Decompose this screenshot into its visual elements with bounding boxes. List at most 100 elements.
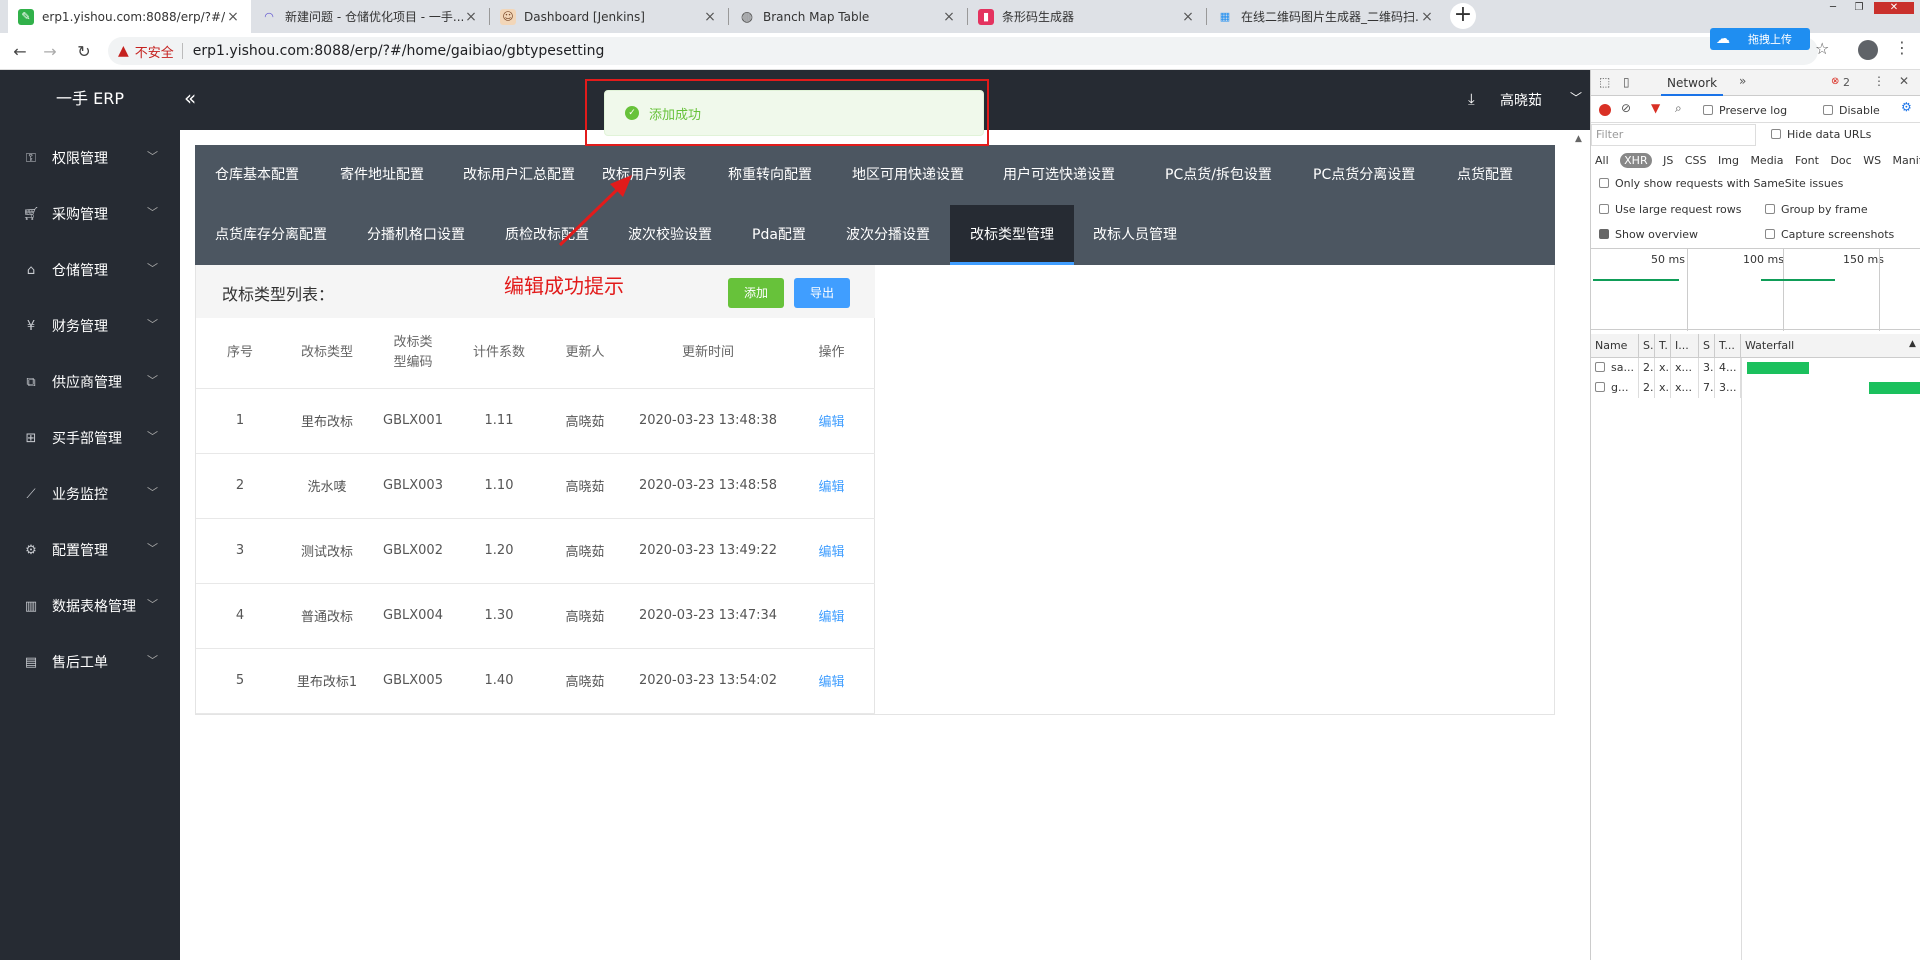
kebab-icon[interactable]: ⋮ bbox=[1873, 74, 1885, 88]
column-header[interactable]: T. bbox=[1655, 334, 1671, 358]
edit-link[interactable]: 编辑 bbox=[788, 583, 875, 649]
new-tab-button[interactable]: + bbox=[1450, 3, 1476, 29]
minimize-icon[interactable]: ─ bbox=[1822, 2, 1844, 14]
filter-xhr[interactable]: XHR bbox=[1620, 153, 1652, 168]
more-tabs-icon[interactable]: » bbox=[1739, 74, 1746, 88]
collapse-sidebar-icon[interactable]: « bbox=[184, 86, 196, 110]
url-omnibox[interactable]: ▲ 不安全 erp1.yishou.com:8088/erp/?#/home/g… bbox=[108, 37, 1818, 65]
scroll-up-icon[interactable]: ▲ bbox=[1575, 134, 1582, 144]
edit-link[interactable]: 编辑 bbox=[788, 518, 875, 584]
filter-js[interactable]: JS bbox=[1663, 154, 1673, 167]
preserve-log-checkbox[interactable]: Preserve log bbox=[1703, 104, 1787, 117]
edit-link[interactable]: 编辑 bbox=[788, 388, 875, 454]
tab-pc-unpack[interactable]: PC点货/拆包设置 bbox=[1145, 145, 1292, 205]
disable-cache-checkbox[interactable]: Disable bbox=[1823, 104, 1880, 117]
filter-doc[interactable]: Doc bbox=[1830, 154, 1851, 167]
chevron-down-icon[interactable]: ﹀ bbox=[1570, 89, 1582, 106]
restore-icon[interactable]: ❐ bbox=[1848, 2, 1870, 14]
tab-stock-separation[interactable]: 点货库存分离配置 bbox=[195, 205, 347, 265]
close-icon[interactable]: × bbox=[941, 9, 957, 25]
capture-checkbox[interactable]: Capture screenshots bbox=[1765, 228, 1894, 241]
browser-tab[interactable]: ◍ Branch Map Table × bbox=[729, 0, 967, 33]
close-window-icon[interactable]: ✕ bbox=[1874, 2, 1914, 14]
column-header[interactable]: Name bbox=[1591, 334, 1639, 358]
filter-icon[interactable]: ▼ bbox=[1651, 101, 1660, 115]
sidebar-item-monitor[interactable]: ⟋ 业务监控 ﹀ bbox=[0, 466, 180, 522]
checkbox[interactable] bbox=[1771, 129, 1781, 139]
tab-sorter-slot[interactable]: 分播机格口设置 bbox=[347, 205, 485, 265]
column-header[interactable]: T... bbox=[1715, 334, 1741, 358]
column-header[interactable]: Waterfall bbox=[1741, 334, 1920, 358]
edit-link[interactable]: 编辑 bbox=[788, 648, 875, 714]
filter-font[interactable]: Font bbox=[1795, 154, 1819, 167]
group-frame-checkbox[interactable]: Group by frame bbox=[1765, 203, 1868, 216]
sidebar-item-config[interactable]: ⚙ 配置管理 ﹀ bbox=[0, 522, 180, 578]
checkbox[interactable] bbox=[1765, 204, 1775, 214]
tab-weigh-redirect[interactable]: 称重转向配置 bbox=[708, 145, 832, 205]
large-rows-checkbox[interactable]: Use large request rows bbox=[1599, 203, 1741, 216]
inspect-icon[interactable]: ⬚ bbox=[1599, 75, 1610, 89]
browser-tab[interactable]: ☺ Dashboard [Jenkins] × bbox=[490, 0, 728, 33]
samesite-checkbox[interactable]: Only show requests with SameSite issues bbox=[1599, 177, 1843, 190]
filter-input[interactable]: Filter bbox=[1591, 124, 1756, 146]
filter-css[interactable]: CSS bbox=[1685, 154, 1707, 167]
tab-count-config[interactable]: 点货配置 bbox=[1437, 145, 1533, 205]
sidebar-item-supplier[interactable]: ⧉ 供应商管理 ﹀ bbox=[0, 354, 180, 410]
record-icon[interactable] bbox=[1599, 104, 1611, 116]
avatar[interactable] bbox=[1858, 40, 1878, 60]
request-row[interactable]: sa... 2.. x.. x... 3.. 4... bbox=[1591, 358, 1920, 378]
sidebar-item-permissions[interactable]: ⚿ 权限管理 ﹀ bbox=[0, 130, 180, 186]
tab-relabel-staff[interactable]: 改标人员管理 bbox=[1073, 205, 1197, 265]
error-icon[interactable]: ⊗ bbox=[1831, 76, 1839, 87]
filter-manifest[interactable]: Manifest bbox=[1893, 154, 1920, 167]
checkbox[interactable] bbox=[1599, 178, 1609, 188]
tab-user-courier[interactable]: 用户可选快递设置 bbox=[983, 145, 1135, 205]
tab-pc-separation[interactable]: PC点货分离设置 bbox=[1293, 145, 1435, 205]
browser-tab[interactable]: ◠ 新建问题 - 仓储优化项目 - 一手... × bbox=[251, 0, 489, 33]
clear-icon[interactable]: ⊘ bbox=[1621, 101, 1631, 115]
close-icon[interactable]: × bbox=[702, 9, 718, 25]
tab-pda-config[interactable]: Pda配置 bbox=[732, 205, 826, 265]
tab-shipping-address[interactable]: 寄件地址配置 bbox=[320, 145, 444, 205]
sidebar-item-warehouse[interactable]: ⌂ 仓储管理 ﹀ bbox=[0, 242, 180, 298]
tab-network[interactable]: Network bbox=[1661, 70, 1724, 96]
sidebar-item-purchase[interactable]: 🛒︎ 采购管理 ﹀ bbox=[0, 186, 180, 242]
checkbox[interactable] bbox=[1599, 229, 1609, 239]
download-icon[interactable]: ⤓ bbox=[1468, 90, 1475, 108]
sidebar-item-finance[interactable]: ¥ 财务管理 ﹀ bbox=[0, 298, 180, 354]
search-icon[interactable]: ⌕ bbox=[1675, 101, 1682, 116]
checkbox[interactable] bbox=[1599, 204, 1609, 214]
column-header[interactable]: S. bbox=[1639, 334, 1655, 358]
checkbox[interactable] bbox=[1823, 105, 1833, 115]
filter-all[interactable]: All bbox=[1595, 154, 1609, 167]
tab-wave-sorting[interactable]: 波次分播设置 bbox=[826, 205, 950, 265]
sort-up-icon[interactable]: ▲ bbox=[1909, 339, 1916, 349]
user-name[interactable]: 高晓茹 bbox=[1500, 90, 1542, 110]
export-button[interactable]: 导出 bbox=[794, 278, 850, 308]
sidebar-item-aftersale[interactable]: ▤ 售后工单 ﹀ bbox=[0, 634, 180, 690]
reload-icon[interactable]: ↻ bbox=[72, 40, 96, 64]
close-icon[interactable]: ✕ bbox=[1899, 74, 1909, 88]
gear-icon[interactable]: ⚙ bbox=[1901, 100, 1912, 114]
close-icon[interactable]: × bbox=[225, 9, 241, 25]
device-icon[interactable]: ▯ bbox=[1623, 75, 1630, 89]
forward-icon[interactable]: → bbox=[38, 40, 62, 64]
filter-media[interactable]: Media bbox=[1750, 154, 1783, 167]
request-row[interactable]: g... 2.. x.. x... 7.. 3... bbox=[1591, 378, 1920, 398]
close-icon[interactable]: × bbox=[1419, 9, 1435, 25]
checkbox[interactable] bbox=[1765, 229, 1775, 239]
browser-tab[interactable]: ✎ erp1.yishou.com:8088/erp/?#/ × bbox=[8, 0, 251, 33]
menu-icon[interactable]: ⋮ bbox=[1894, 38, 1910, 57]
filter-img[interactable]: Img bbox=[1718, 154, 1739, 167]
sidebar-item-buyer[interactable]: ⊞ 买手部管理 ﹀ bbox=[0, 410, 180, 466]
browser-tab[interactable]: ▦ 在线二维码图片生成器_二维码扫... × bbox=[1207, 0, 1445, 33]
close-icon[interactable]: × bbox=[1180, 9, 1196, 25]
show-overview-checkbox[interactable]: Show overview bbox=[1599, 228, 1698, 241]
tab-region-courier[interactable]: 地区可用快递设置 bbox=[832, 145, 984, 205]
column-header[interactable]: I... bbox=[1671, 334, 1699, 358]
sidebar-item-datatable[interactable]: ▥ 数据表格管理 ﹀ bbox=[0, 578, 180, 634]
back-icon[interactable]: ← bbox=[8, 40, 32, 64]
column-header[interactable]: S bbox=[1699, 334, 1715, 358]
filter-ws[interactable]: WS bbox=[1863, 154, 1881, 167]
checkbox[interactable] bbox=[1703, 105, 1713, 115]
